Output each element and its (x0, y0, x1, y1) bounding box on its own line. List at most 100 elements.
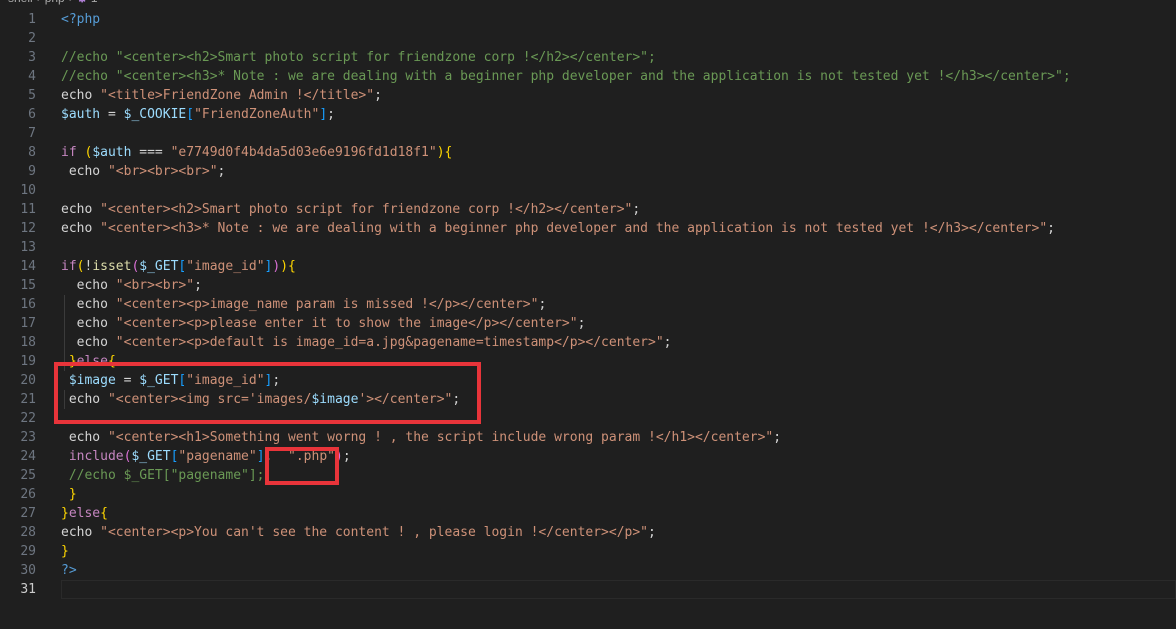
code-token: $_GET (131, 449, 171, 464)
code-line[interactable]: 15 echo "<br><br>"; (0, 276, 1176, 295)
code-token: ; (194, 278, 202, 293)
code-token: echo (61, 335, 116, 350)
line-number: 11 (20, 202, 36, 217)
code-line[interactable]: 23 echo "<center><h1>Something went worn… (0, 428, 1176, 447)
code-token: "e7749d0f4b4da5d03e6e9196fd1d18f1" (170, 145, 437, 160)
code-token: ; (648, 525, 656, 540)
code-token: else (68, 506, 101, 521)
code-token: "pagename" (178, 449, 257, 464)
code-token: ; (663, 335, 672, 350)
line-number: 5 (28, 88, 36, 103)
code-token: echo (61, 164, 108, 179)
breadcrumb-item-php[interactable]: php (45, 0, 65, 5)
line-number: 12 (20, 221, 36, 236)
code-token: "<center><h3>* Note : we are dealing wit… (100, 221, 1048, 236)
code-line[interactable]: 5 echo "<title>FriendZone Admin !</title>… (0, 86, 1176, 105)
code-token: ; (1047, 221, 1055, 236)
breadcrumb-separator: › (69, 0, 73, 5)
code-line[interactable]: 14 if(!isset($_GET["image_id"])){ (0, 257, 1176, 276)
code-token: } (61, 506, 69, 521)
code-line[interactable]: 1 <?php (0, 10, 1176, 29)
code-line[interactable]: 11 echo "<center><h2>Smart photo script f… (0, 200, 1176, 219)
code-token: echo (61, 88, 101, 103)
code-token: $auth (92, 145, 132, 160)
code-line[interactable]: 17 echo "<center><p>please enter it to s… (0, 314, 1176, 333)
code-token: ] (319, 107, 328, 122)
line-number: 19 (20, 354, 36, 369)
code-line[interactable]: 4 //echo "<center><h3>* Note : we are dea… (0, 67, 1176, 86)
code-token: ; (632, 202, 641, 217)
code-line[interactable]: 10 (0, 181, 1176, 200)
current-line-highlight (61, 580, 1176, 599)
line-number: 29 (20, 544, 36, 559)
code-token: echo (61, 316, 116, 331)
code-text: if ($auth === "e7749d0f4b4da5d03e6e9196f… (61, 143, 452, 162)
code-line[interactable]: 30 ?> (0, 561, 1176, 580)
line-number: 9 (28, 164, 36, 179)
code-token: echo (61, 525, 101, 540)
highlight-box-php-extension (265, 447, 339, 485)
code-token: isset (92, 259, 132, 274)
code-token: echo (61, 278, 116, 293)
code-token: { (444, 145, 453, 160)
code-line[interactable]: 18 echo "<center><p>default is image_id=… (0, 333, 1176, 352)
code-token: "<center><p>image_name param is missed !… (115, 297, 539, 312)
code-token: ; (374, 88, 382, 103)
code-token: //echo "<center><h2>Smart photo script f… (61, 50, 656, 65)
code-token: "<center><p>default is image_id=a.jpg&pa… (115, 335, 664, 350)
code-token: ; (217, 164, 226, 179)
code-line[interactable]: 16 echo "<center><p>image_name param is … (0, 295, 1176, 314)
code-editor[interactable]: 1 <?php 2 3//echo "<center><h2>Smart photo … (0, 10, 1176, 599)
code-line[interactable]: 26 } (0, 485, 1176, 504)
line-number: 8 (28, 145, 36, 160)
code-line[interactable]: 3 //echo "<center><h2>Smart photo script … (0, 48, 1176, 67)
line-number: 2 (28, 31, 36, 46)
code-token: === (131, 145, 171, 160)
code-line[interactable]: 29} (0, 542, 1176, 561)
line-number: 31 (20, 582, 36, 597)
code-token: ?> (61, 563, 77, 578)
code-line[interactable]: 25 //echo $_GET["pagename"]; (0, 466, 1176, 485)
code-line[interactable]: 13 (0, 238, 1176, 257)
line-number: 13 (20, 240, 36, 255)
line-number: 24 (20, 449, 36, 464)
code-token: ; (773, 430, 782, 445)
code-line[interactable]: 7 (0, 124, 1176, 143)
code-token: ; (342, 449, 351, 464)
code-line[interactable]: 24 include($_GET["pagename"]. ".php"); (0, 447, 1176, 466)
code-text: $auth = $_COOKIE["FriendZoneAuth"]; (61, 105, 335, 124)
code-token: $auth (61, 107, 101, 122)
php-file-icon: ⚙ (77, 0, 88, 5)
code-text: echo "<center><p>please enter it to show… (61, 314, 586, 333)
code-text: echo "<center><p>image_name param is mis… (61, 295, 547, 314)
code-line[interactable]: 2 (0, 29, 1176, 48)
code-line[interactable]: 9 echo "<br><br><br>"; (0, 162, 1176, 181)
code-text: } (61, 542, 69, 561)
line-number: 17 (20, 316, 36, 331)
code-text: if(!isset($_GET["image_id"])){ (61, 257, 296, 276)
line-number: 6 (28, 107, 36, 122)
code-text: echo "<br><br><br>"; (61, 162, 226, 181)
line-number: 4 (28, 69, 36, 84)
code-token: ) (272, 259, 281, 274)
code-line[interactable]: 31 (0, 580, 1176, 599)
code-text: echo "<center><h3>* Note : we are dealin… (61, 219, 1055, 238)
code-line[interactable]: 6 $auth = $_COOKIE["FriendZoneAuth"]; (0, 105, 1176, 124)
line-number: 25 (20, 468, 36, 483)
breadcrumb-item-shell[interactable]: shell (8, 0, 33, 5)
line-number: 7 (28, 126, 36, 141)
code-line[interactable]: 12 echo "<center><h3>* Note : we are deal… (0, 219, 1176, 238)
code-token: echo (61, 221, 101, 236)
line-number: 28 (20, 525, 36, 540)
code-line[interactable]: 8 if ($auth === "e7749d0f4b4da5d03e6e9196… (0, 143, 1176, 162)
code-token: //echo $_GET["pagename"]; (68, 468, 265, 483)
code-token: } (68, 487, 77, 502)
code-line[interactable]: 28 echo "<center><p>You can't see the con… (0, 523, 1176, 542)
line-number: 26 (20, 487, 36, 502)
breadcrumb-item-file[interactable]: 1 (91, 0, 98, 5)
code-line[interactable]: 27}else{ (0, 504, 1176, 523)
code-token: echo (61, 202, 101, 217)
line-number: 20 (20, 373, 36, 388)
